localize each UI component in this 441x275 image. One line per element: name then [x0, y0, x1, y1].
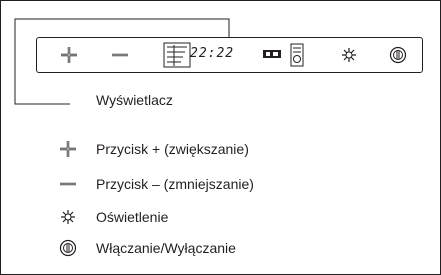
legend-minus-label: Przycisk – (zmniejszanie): [96, 176, 254, 192]
legend-row-minus: Przycisk – (zmniejszanie): [56, 173, 254, 195]
minus-icon: [60, 182, 76, 186]
timer-icon: [263, 50, 281, 58]
fan-mode-icon: [290, 43, 304, 67]
legend-plus-label: Przycisk + (zwiększanie): [96, 141, 249, 157]
power-icon[interactable]: [389, 46, 407, 64]
fan-speed-icon: [163, 42, 191, 68]
legend-light-label: Oświetlenie: [96, 209, 169, 225]
display-time: 22:22: [190, 46, 235, 61]
power-icon: [59, 239, 77, 257]
light-icon: [61, 210, 75, 224]
light-icon[interactable]: [340, 46, 358, 64]
plus-icon[interactable]: [60, 46, 78, 64]
minus-icon[interactable]: [111, 50, 129, 60]
legend-row-power: Włączanie/Wyłączanie: [56, 237, 236, 259]
legend-row-plus: Przycisk + (zwiększanie): [56, 138, 249, 160]
plus-icon: [60, 141, 76, 157]
legend-row-light: Oświetlenie: [56, 206, 168, 228]
legend-display-label: Wyświetlacz: [96, 92, 173, 108]
legend-power-label: Włączanie/Wyłączanie: [96, 240, 236, 256]
